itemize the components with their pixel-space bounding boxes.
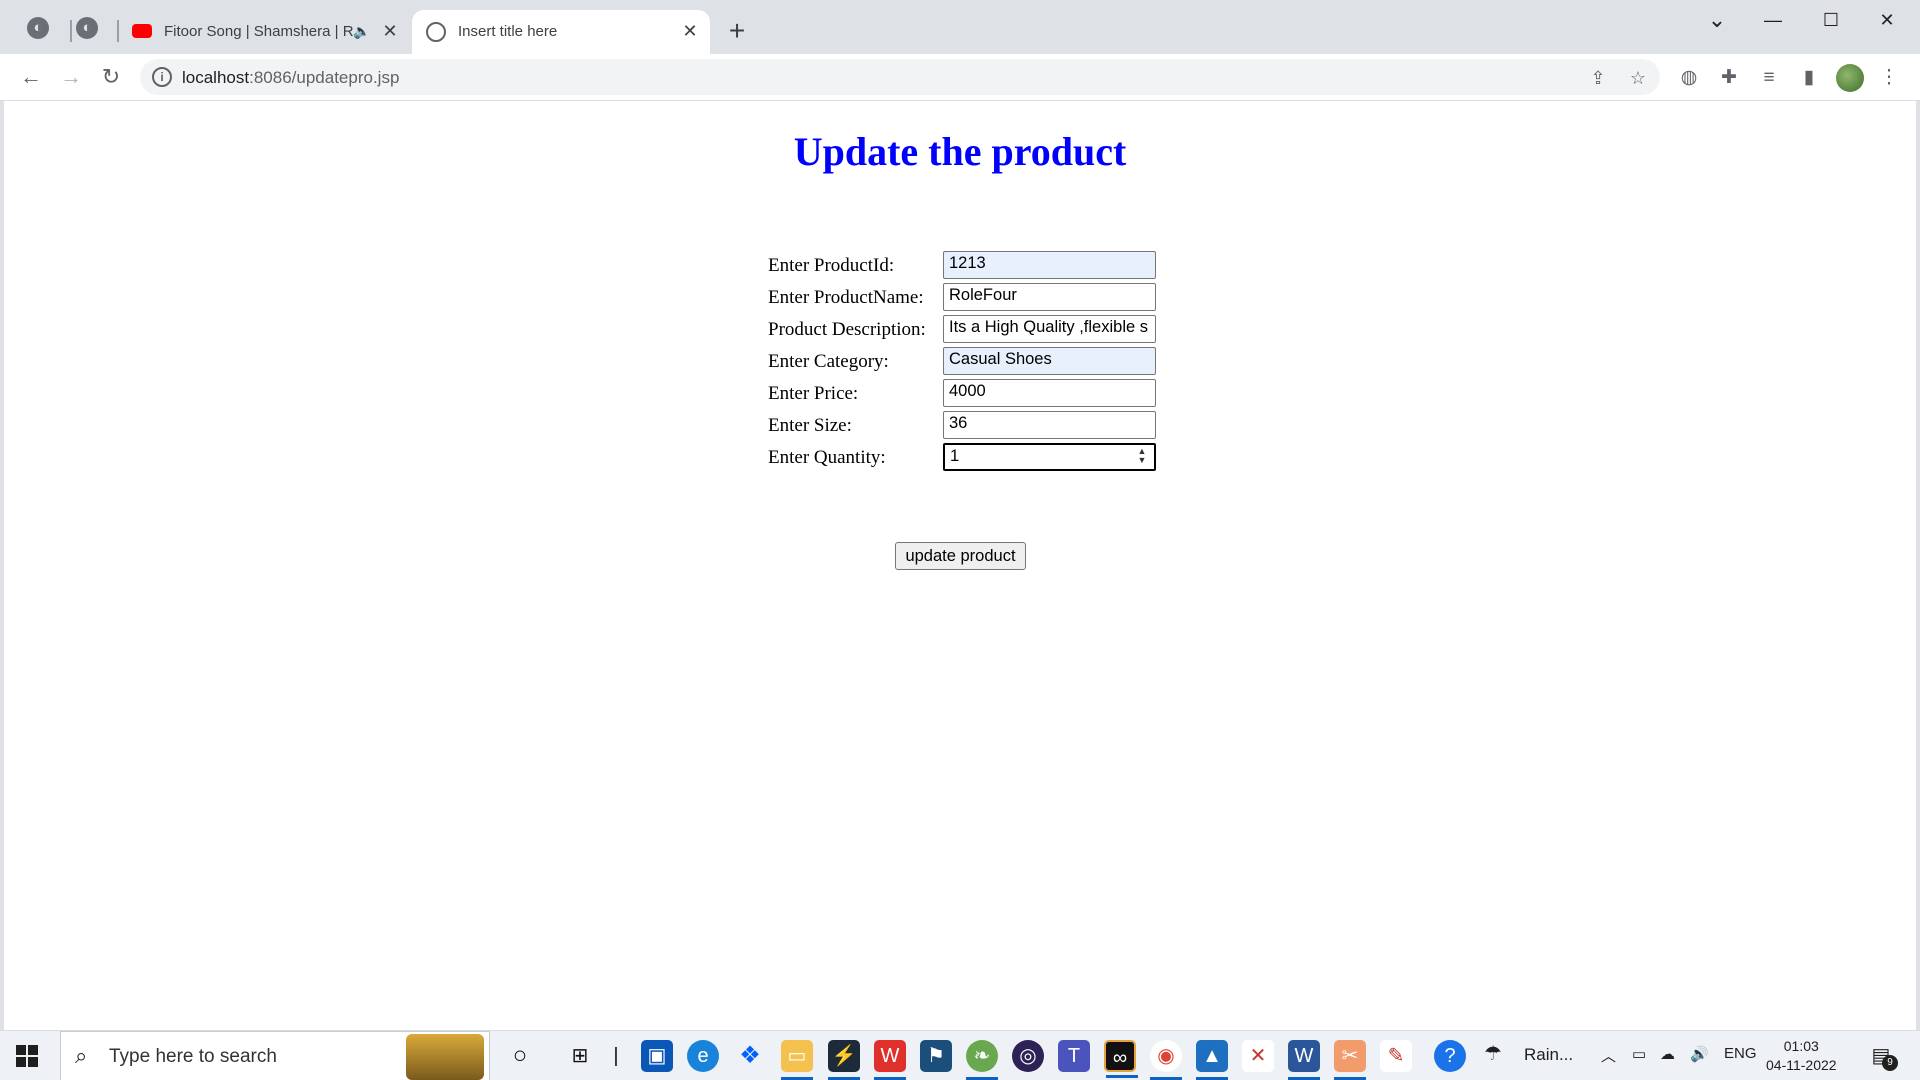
- help-app-icon[interactable]: ?: [1434, 1040, 1466, 1072]
- address-bar[interactable]: i localhost:8086/updatepro.jsp ⇪ ☆: [140, 59, 1660, 95]
- minimize-button[interactable]: —: [1750, 6, 1796, 34]
- vivado-app-icon[interactable]: W: [874, 1040, 906, 1080]
- clock-date: 04-11-2022: [1766, 1057, 1837, 1073]
- task-view-icon[interactable]: ⊞: [564, 1040, 596, 1072]
- tab-separator: [70, 20, 72, 42]
- webex-app-icon[interactable]: ∞: [1104, 1040, 1138, 1078]
- battery-icon[interactable]: ▭: [1632, 1045, 1646, 1063]
- productname-label: Enter ProductName:: [768, 287, 924, 308]
- weather-icon[interactable]: ☂: [1484, 1041, 1502, 1066]
- clock-time: 01:03: [1783, 1038, 1819, 1054]
- paint-app-icon[interactable]: ✎: [1380, 1040, 1412, 1072]
- language-indicator[interactable]: ENG: [1724, 1045, 1757, 1062]
- profile-avatar[interactable]: [1836, 64, 1864, 92]
- size-input[interactable]: 36: [943, 411, 1156, 439]
- eclipse-app-icon[interactable]: ◎: [1012, 1040, 1044, 1072]
- back-button[interactable]: ←: [16, 62, 46, 92]
- dropbox-app-icon[interactable]: ❖: [734, 1040, 766, 1072]
- forward-button[interactable]: →: [56, 62, 86, 92]
- windows-start-icon[interactable]: [16, 1045, 38, 1067]
- search-placeholder: Type here to search: [109, 1046, 277, 1067]
- share-icon[interactable]: ⇪: [1587, 67, 1609, 89]
- taskbar-clock[interactable]: 01:03 04-11-2022: [1766, 1037, 1837, 1075]
- windows-taskbar: ⌕ Type here to search ○ ⊞ | ▣ e ❖ ▭ ⚡ W …: [0, 1030, 1920, 1080]
- site-info-icon[interactable]: i: [152, 67, 172, 87]
- category-input[interactable]: Casual Shoes: [943, 347, 1156, 375]
- audio-playing-icon[interactable]: 🔈: [350, 19, 374, 43]
- productname-input[interactable]: RoleFour: [943, 283, 1156, 311]
- page-title: Update the product: [793, 129, 1127, 174]
- size-label: Enter Size:: [768, 415, 852, 436]
- globe-icon: [426, 22, 446, 42]
- pdf-app-icon[interactable]: ✕: [1242, 1040, 1274, 1072]
- category-label: Enter Category:: [768, 351, 889, 372]
- maximize-button[interactable]: ☐: [1808, 6, 1854, 34]
- volume-icon[interactable]: 🔊: [1690, 1045, 1709, 1063]
- terminal-app-icon[interactable]: ⚡: [828, 1040, 860, 1080]
- description-input[interactable]: Its a High Quality ,flexible s: [943, 315, 1156, 343]
- new-tab-button[interactable]: +: [722, 17, 752, 47]
- onedrive-icon[interactable]: ☁: [1660, 1045, 1675, 1063]
- tab-insert-title[interactable]: Insert title here ✕: [412, 10, 710, 54]
- price-input[interactable]: 4000: [943, 379, 1156, 407]
- notification-center-icon[interactable]: ▤ 9: [1868, 1043, 1898, 1071]
- reload-button[interactable]: ↻: [96, 62, 126, 92]
- media-control-icon[interactable]: ≡: [1756, 65, 1782, 91]
- side-panel-icon[interactable]: ▮: [1796, 65, 1822, 91]
- chrome-app-icon[interactable]: ◉: [1150, 1040, 1182, 1080]
- teams-app-icon[interactable]: T: [1058, 1040, 1090, 1072]
- search-icon: ⌕: [75, 1043, 88, 1068]
- url-text: localhost:8086/updatepro.jsp: [182, 68, 400, 87]
- tab-youtube[interactable]: Fitoor Song | Shamshera | Ra 🔈 ✕: [118, 10, 408, 54]
- word-app-icon[interactable]: W: [1288, 1040, 1320, 1080]
- tab-close-icon[interactable]: ✕: [678, 19, 702, 43]
- youtube-icon: [132, 24, 152, 38]
- tab-close-icon[interactable]: ✕: [378, 19, 402, 43]
- tab-label: Insert title here: [458, 23, 558, 40]
- bookmark-star-icon[interactable]: ☆: [1627, 67, 1649, 89]
- price-label: Enter Price:: [768, 383, 859, 404]
- taskbar-divider: |: [613, 1045, 619, 1067]
- extensions-puzzle-icon[interactable]: ✚: [1716, 65, 1742, 91]
- quantity-label: Enter Quantity:: [768, 447, 886, 468]
- close-window-button[interactable]: ✕: [1864, 6, 1910, 34]
- productid-input[interactable]: 1213: [943, 251, 1156, 279]
- translate-globe-icon[interactable]: ◍: [1676, 65, 1702, 91]
- pinned-tab-globe-icon[interactable]: ◐: [27, 17, 49, 39]
- screen: ◐ ◐ Fitoor Song | Shamshera | Ra 🔈 ✕ Ins…: [0, 0, 1920, 1080]
- pinned-tab-globe-icon-2[interactable]: ◐: [76, 17, 98, 39]
- update-product-button[interactable]: update product: [895, 542, 1026, 570]
- weather-text[interactable]: Rain...: [1524, 1045, 1573, 1065]
- file-explorer-icon[interactable]: ▭: [781, 1040, 813, 1080]
- quantity-stepper[interactable]: 1: [943, 443, 1156, 471]
- taskbar-search-box[interactable]: ⌕ Type here to search: [60, 1031, 490, 1080]
- photos-app-icon[interactable]: ▲: [1196, 1040, 1228, 1080]
- tab-label: Fitoor Song | Shamshera | Ra: [164, 23, 354, 40]
- menu-kebab-icon[interactable]: ⋮: [1876, 65, 1902, 91]
- store-app-icon[interactable]: ▣: [641, 1040, 673, 1072]
- tray-chevron-icon[interactable]: ︿: [1601, 1045, 1616, 1066]
- snipping-tool-icon[interactable]: ✂: [1334, 1040, 1366, 1080]
- edge-app-icon[interactable]: e: [687, 1040, 719, 1072]
- tab-search-chevron-icon[interactable]: ⌄: [1694, 6, 1740, 34]
- browser-toolbar: ← → ↻ i localhost:8086/updatepro.jsp ⇪ ☆…: [0, 54, 1920, 101]
- mysql-app-icon[interactable]: ⚑: [920, 1040, 952, 1072]
- page-content: Update the product Enter ProductId: 1213…: [4, 101, 1916, 1030]
- stepper-arrows-icon[interactable]: ▲ ▼: [1134, 447, 1150, 467]
- search-highlight-image: [406, 1034, 484, 1080]
- spring-app-icon[interactable]: ❧: [966, 1040, 998, 1080]
- productid-label: Enter ProductId:: [768, 255, 895, 276]
- window-border-right: [1916, 101, 1920, 1030]
- cortana-icon[interactable]: ○: [504, 1040, 536, 1072]
- description-label: Product Description:: [768, 319, 926, 340]
- tab-strip: ◐ ◐ Fitoor Song | Shamshera | Ra 🔈 ✕ Ins…: [0, 0, 1920, 54]
- notification-badge: 9: [1882, 1055, 1898, 1071]
